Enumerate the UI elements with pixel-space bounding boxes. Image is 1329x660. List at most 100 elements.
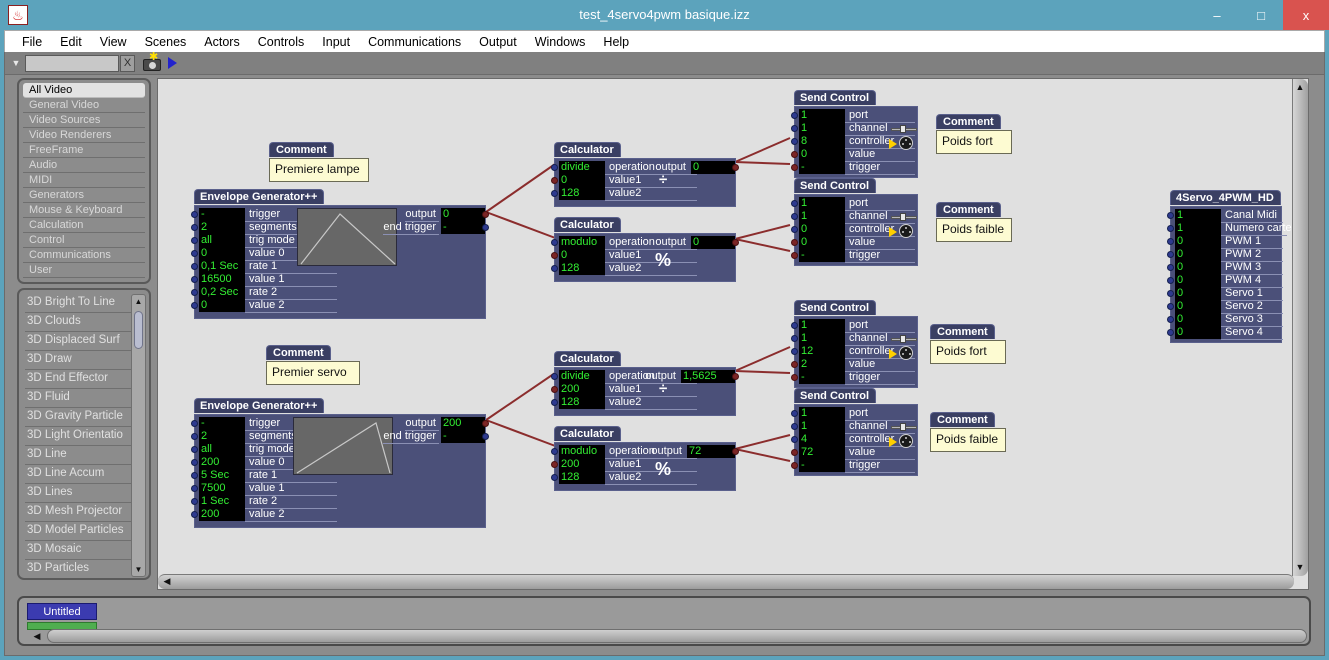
input-pin[interactable] xyxy=(791,322,798,329)
input-pin[interactable] xyxy=(791,449,798,456)
input-pin[interactable] xyxy=(551,448,558,455)
output-pin[interactable] xyxy=(732,373,739,380)
output-pin[interactable] xyxy=(482,224,489,231)
search-input[interactable] xyxy=(25,55,119,72)
node-send-control-2[interactable]: Send Control 1 port 1 channel 0 controll… xyxy=(794,176,918,266)
input-value[interactable]: 128 xyxy=(559,187,605,200)
actor-list-item[interactable]: 3D Lines xyxy=(25,484,133,503)
input-pin[interactable] xyxy=(551,252,558,259)
input-value[interactable]: 5 Sec xyxy=(199,469,245,482)
input-pin[interactable] xyxy=(191,459,198,466)
menu-view[interactable]: View xyxy=(91,33,136,51)
input-value[interactable]: 200 xyxy=(199,456,245,469)
category-item-communications[interactable]: Communications xyxy=(23,248,145,263)
canvas-horizontal-scrollbar[interactable] xyxy=(158,574,1294,589)
input-pin[interactable] xyxy=(791,125,798,132)
category-item-video-sources[interactable]: Video Sources xyxy=(23,113,145,128)
input-pin[interactable] xyxy=(791,348,798,355)
input-pin[interactable] xyxy=(791,252,798,259)
input-pin[interactable] xyxy=(1167,303,1174,310)
menu-windows[interactable]: Windows xyxy=(526,33,595,51)
scroll-down-icon[interactable]: ▼ xyxy=(132,563,145,576)
input-pin[interactable] xyxy=(191,420,198,427)
input-pin[interactable] xyxy=(551,373,558,380)
input-pin[interactable] xyxy=(791,164,798,171)
input-value[interactable]: 0 xyxy=(199,247,245,260)
menu-communications[interactable]: Communications xyxy=(359,33,470,51)
input-pin[interactable] xyxy=(791,374,798,381)
maximize-button[interactable]: □ xyxy=(1239,0,1283,30)
scrollbar-thumb[interactable] xyxy=(134,311,143,349)
comment-premier-servo[interactable]: Comment Premier servo xyxy=(266,343,360,385)
input-value[interactable]: 8 xyxy=(799,135,845,148)
scene-tab-untitled[interactable]: Untitled xyxy=(27,603,97,620)
input-value[interactable]: 2 xyxy=(199,221,245,234)
input-pin[interactable] xyxy=(191,485,198,492)
snapshot-camera-icon[interactable]: ✱ xyxy=(142,53,164,73)
input-value[interactable]: 0 xyxy=(1175,235,1221,248)
menu-output[interactable]: Output xyxy=(470,33,526,51)
input-value[interactable]: 128 xyxy=(559,396,605,409)
input-value[interactable]: 0 xyxy=(1175,300,1221,313)
close-button[interactable]: x xyxy=(1283,0,1329,30)
input-pin[interactable] xyxy=(191,511,198,518)
input-value[interactable]: - xyxy=(799,249,845,262)
output-value[interactable]: 1,5625 xyxy=(681,370,735,383)
input-value[interactable]: 0 xyxy=(799,148,845,161)
input-pin[interactable] xyxy=(191,276,198,283)
input-pin[interactable] xyxy=(551,164,558,171)
canvas-vertical-scrollbar[interactable] xyxy=(1292,79,1308,576)
node-4servo-4pwm-hd[interactable]: 4Servo_4PWM_HD 1 Canal Midi 1 Numero car… xyxy=(1170,188,1282,343)
input-value[interactable]: all xyxy=(199,234,245,247)
output-pin[interactable] xyxy=(732,164,739,171)
menu-help[interactable]: Help xyxy=(594,33,638,51)
output-value[interactable]: 0 xyxy=(441,208,485,221)
output-pin[interactable] xyxy=(482,211,489,218)
input-pin[interactable] xyxy=(1167,277,1174,284)
comment-text[interactable]: Poids fort xyxy=(936,130,1012,154)
input-value[interactable]: 1 xyxy=(799,420,845,433)
node-envelope-generator-2[interactable]: Envelope Generator++ - trigger 2 segment… xyxy=(194,396,486,528)
comment-text[interactable]: Poids fort xyxy=(930,340,1006,364)
canvas-scroll-up-icon[interactable]: ▲ xyxy=(1293,80,1307,94)
output-value[interactable]: 0 xyxy=(691,236,735,249)
input-value[interactable]: 2 xyxy=(799,358,845,371)
input-pin[interactable] xyxy=(191,433,198,440)
output-pin[interactable] xyxy=(482,420,489,427)
input-value[interactable]: 1 xyxy=(1175,209,1221,222)
category-item-audio[interactable]: Audio xyxy=(23,158,145,173)
input-pin[interactable] xyxy=(191,472,198,479)
menu-scenes[interactable]: Scenes xyxy=(136,33,196,51)
minimize-button[interactable]: – xyxy=(1195,0,1239,30)
scenes-horizontal-scrollbar[interactable] xyxy=(47,629,1307,643)
input-value[interactable]: 0 xyxy=(1175,313,1221,326)
input-value[interactable]: 12 xyxy=(799,345,845,358)
clear-search-button[interactable]: X xyxy=(120,55,135,72)
input-pin[interactable] xyxy=(791,138,798,145)
input-pin[interactable] xyxy=(1167,290,1174,297)
input-value[interactable]: 1 xyxy=(799,109,845,122)
comment-text[interactable]: Premiere lampe xyxy=(269,158,369,182)
input-value[interactable]: - xyxy=(199,208,245,221)
input-pin[interactable] xyxy=(551,190,558,197)
input-value[interactable]: 72 xyxy=(799,446,845,459)
category-item-all-video[interactable]: All Video xyxy=(23,83,145,98)
output-pin[interactable] xyxy=(732,448,739,455)
category-item-calculation[interactable]: Calculation xyxy=(23,218,145,233)
comment-poids-fort-2[interactable]: Comment Poids fort xyxy=(930,322,1006,364)
input-value[interactable]: 200 xyxy=(199,508,245,521)
node-envelope-generator-1[interactable]: Envelope Generator++ - trigger 2 segment… xyxy=(194,187,486,319)
input-pin[interactable] xyxy=(191,211,198,218)
actor-list-item[interactable]: 3D Gravity Particle xyxy=(25,408,133,427)
scroll-up-icon[interactable]: ▲ xyxy=(132,295,145,308)
output-value[interactable]: - xyxy=(441,221,485,234)
actor-list-item[interactable]: 3D Draw xyxy=(25,351,133,370)
play-triangle-icon[interactable] xyxy=(168,57,177,69)
input-pin[interactable] xyxy=(551,474,558,481)
input-value[interactable]: 1 Sec xyxy=(199,495,245,508)
input-pin[interactable] xyxy=(191,498,198,505)
input-pin[interactable] xyxy=(791,462,798,469)
input-pin[interactable] xyxy=(551,461,558,468)
input-value[interactable]: 128 xyxy=(559,262,605,275)
output-pin[interactable] xyxy=(732,239,739,246)
